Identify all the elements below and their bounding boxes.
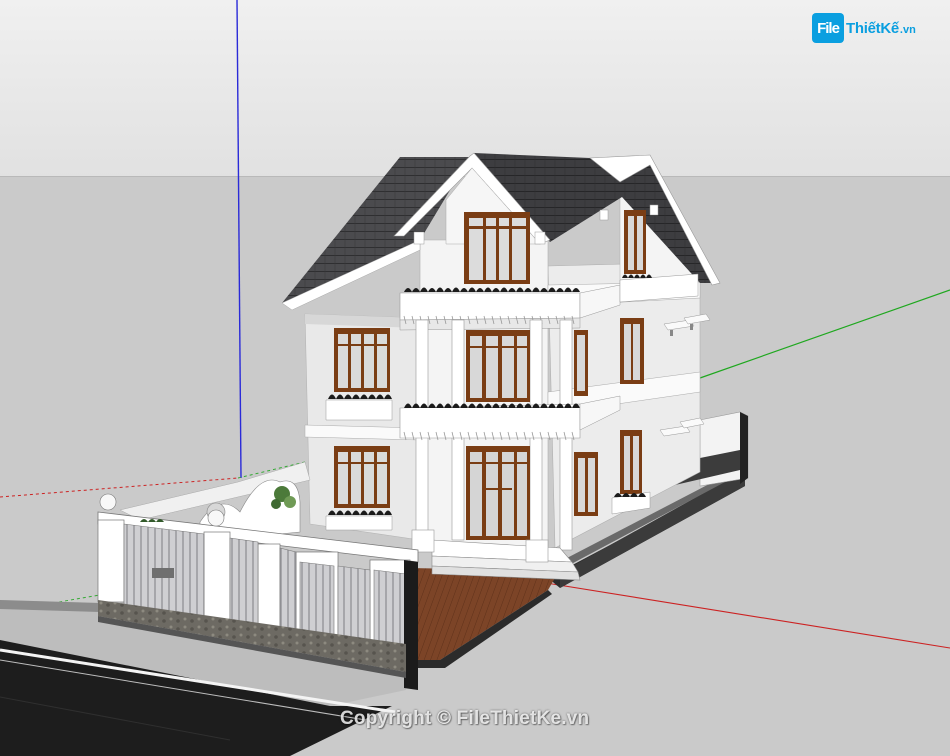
- logo-tld: .vn: [899, 24, 916, 36]
- planter-2f-left: [325, 399, 393, 421]
- balcony-mid: [399, 403, 581, 439]
- logo-mark: File: [812, 13, 844, 43]
- planter-1f-left: [325, 515, 393, 531]
- copyright-watermark: Copyright © FileThietKe.vn: [340, 708, 590, 729]
- house-3d-model[interactable]: [0, 0, 950, 756]
- sketchup-viewport[interactable]: File ThiếtKế .vn Copyright © FileThietKe…: [0, 0, 950, 756]
- filethietke-logo: File ThiếtKế .vn: [812, 12, 916, 44]
- logo-word: ThiếtKế: [846, 19, 899, 37]
- gate-pillar-2: [203, 531, 231, 623]
- window-attic-right: [624, 210, 646, 274]
- window-2f-left: [334, 328, 390, 392]
- front-door: [466, 446, 530, 540]
- gate-pillar-1: [97, 519, 125, 603]
- window-1f-left: [334, 446, 390, 508]
- sky: [0, 0, 950, 178]
- balcony-top: [399, 292, 581, 321]
- window-2f-center: [466, 330, 530, 402]
- gate-pillar-3: [257, 543, 281, 631]
- window-attic-center: [464, 212, 530, 284]
